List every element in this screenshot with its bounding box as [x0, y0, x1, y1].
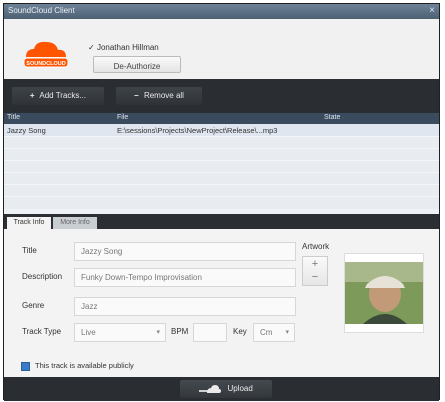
upload-button[interactable]: Upload: [180, 380, 272, 398]
genre-label: Genre: [22, 301, 45, 310]
user-name: Jonathan Hillman: [96, 43, 159, 52]
close-icon[interactable]: ×: [429, 5, 435, 16]
empty-row: [4, 196, 439, 209]
remove-artwork-button[interactable]: −: [303, 271, 327, 283]
column-header-state[interactable]: State: [324, 114, 340, 121]
bpm-label: BPM: [171, 327, 189, 336]
app-window: SoundCloud Client × SOUNDCLOUD ✓ Jonatha…: [3, 3, 440, 401]
title-label: Title: [22, 246, 37, 255]
track-type-value: Live: [81, 328, 96, 337]
key-select[interactable]: Cm ▾: [253, 323, 295, 342]
add-tracks-label: Add Tracks...: [39, 91, 87, 100]
artwork-image: [345, 262, 423, 324]
chevron-down-icon: ▾: [285, 329, 289, 336]
title-bar[interactable]: SoundCloud Client ×: [4, 4, 439, 19]
user-label: ✓ Jonathan Hillman: [88, 43, 159, 52]
track-info-panel: Title Jazzy Song Description Funky Down-…: [4, 229, 439, 377]
upload-label: Upload: [227, 384, 253, 393]
public-checkbox[interactable]: [21, 362, 30, 371]
key-label: Key: [233, 327, 247, 336]
table-row[interactable]: Jazzy Song E:\sessions\Projects\NewProje…: [4, 124, 439, 136]
tab-bar: Track Info More Info: [4, 214, 439, 229]
artwork-preview[interactable]: [344, 253, 424, 333]
key-value: Cm: [260, 328, 273, 337]
public-checkbox-label: This track is available publicly: [35, 361, 134, 370]
track-title-cell: Jazzy Song: [7, 126, 46, 135]
upload-cloud-icon: [199, 384, 222, 393]
deauthorize-button[interactable]: De-Authorize: [93, 56, 181, 73]
minus-icon: −: [134, 91, 139, 100]
tab-track-info[interactable]: Track Info: [7, 217, 51, 229]
window-title: SoundCloud Client: [8, 6, 75, 15]
plus-icon: +: [29, 91, 35, 100]
tab-more-info[interactable]: More Info: [53, 217, 97, 229]
logo-text: SOUNDCLOUD: [26, 61, 65, 67]
artwork-label: Artwork: [302, 242, 330, 251]
remove-all-label: Remove all: [143, 91, 184, 100]
toolbar: + Add Tracks... − Remove all: [4, 79, 439, 113]
column-header-title[interactable]: Title: [7, 114, 20, 121]
title-field[interactable]: Jazzy Song: [74, 242, 296, 261]
genre-field[interactable]: Jazz: [74, 297, 296, 316]
add-tracks-button[interactable]: + Add Tracks...: [12, 87, 104, 105]
tracks-table-header: Title File State: [4, 113, 439, 124]
chevron-down-icon: ▾: [156, 329, 160, 336]
tracks-table: Jazzy Song E:\sessions\Projects\NewProje…: [4, 124, 439, 214]
description-field[interactable]: Funky Down-Tempo Improvisation: [74, 268, 296, 287]
bpm-field[interactable]: [193, 323, 227, 342]
remove-all-button[interactable]: − Remove all: [116, 87, 202, 105]
track-file-cell: E:\sessions\Projects\NewProject\Release\…: [117, 126, 278, 135]
artwork-buttons: + −: [302, 256, 328, 286]
footer-bar: Upload: [4, 377, 439, 401]
soundcloud-logo: SOUNDCLOUD: [23, 41, 69, 68]
track-type-select[interactable]: Live ▾: [74, 323, 166, 342]
check-icon: ✓: [88, 43, 95, 52]
account-header: SOUNDCLOUD ✓ Jonathan Hillman De-Authori…: [4, 19, 439, 79]
column-header-file[interactable]: File: [117, 114, 128, 121]
add-artwork-button[interactable]: +: [303, 258, 327, 270]
description-label: Description: [22, 272, 63, 281]
track-type-label: Track Type: [22, 327, 62, 336]
